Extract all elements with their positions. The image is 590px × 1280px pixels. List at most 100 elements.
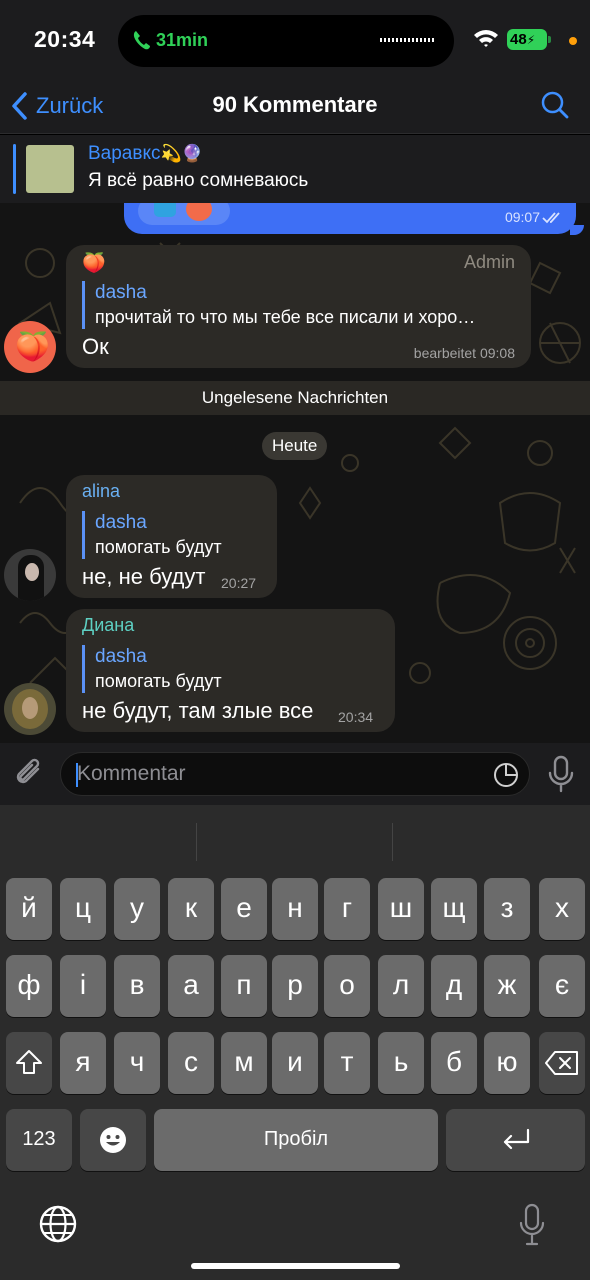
status-bar: 20:34 31min 48⚡ <box>0 0 590 80</box>
shift-icon <box>16 1050 42 1074</box>
message-time: 09:07 <box>504 209 540 225</box>
numbers-key[interactable]: 123 <box>6 1109 72 1171</box>
key[interactable]: ю <box>484 1032 530 1094</box>
key[interactable]: о <box>324 955 370 1017</box>
return-icon <box>503 1128 530 1150</box>
home-indicator[interactable] <box>191 1263 400 1269</box>
key[interactable]: п <box>221 955 267 1017</box>
message-bubble[interactable]: Диана dasha помогать будут не будут, там… <box>66 609 395 732</box>
pinned-accent-bar <box>13 144 16 194</box>
reply-quote[interactable]: dasha помогать будут <box>82 511 222 559</box>
key[interactable]: т <box>324 1032 370 1094</box>
call-duration: 31min <box>156 30 209 50</box>
key[interactable]: і <box>60 955 106 1017</box>
pinned-author: Варавкс💫🔮 <box>88 143 203 165</box>
key[interactable]: х <box>539 878 585 940</box>
pinned-thumbnail <box>26 145 74 193</box>
page-title: 90 Kommentare <box>212 92 378 117</box>
battery-tip <box>548 36 551 43</box>
key[interactable]: г <box>324 878 370 940</box>
message-time: bearbeitet 09:08 <box>413 345 515 361</box>
charging-bolt-icon: ⚡ <box>526 33 536 47</box>
message-text: Ок <box>82 334 109 359</box>
key[interactable]: р <box>272 955 318 1017</box>
key[interactable]: щ <box>431 878 477 940</box>
emoji-key[interactable] <box>80 1109 146 1171</box>
comment-composer <box>0 743 590 805</box>
keyboard: й ц у к е н г ш щ з х ф і в а п р о л д … <box>0 805 590 1280</box>
suggestion-divider <box>392 823 393 861</box>
text-caret <box>76 763 78 787</box>
sticker-icon[interactable] <box>493 762 519 788</box>
paperclip-icon[interactable] <box>14 757 46 791</box>
key[interactable]: ш <box>378 878 424 940</box>
emoji-icon <box>100 1127 126 1153</box>
key[interactable]: м <box>221 1032 267 1094</box>
key[interactable]: ж <box>484 955 530 1017</box>
pinned-original-post[interactable]: Варавкс💫🔮 Я всё равно сомневаюсь <box>0 135 590 203</box>
key[interactable]: ч <box>114 1032 160 1094</box>
comment-input-container[interactable] <box>60 752 530 796</box>
key[interactable]: ц <box>60 878 106 940</box>
globe-icon[interactable] <box>38 1204 78 1244</box>
key[interactable]: а <box>168 955 214 1017</box>
suggestion-divider <box>196 823 197 861</box>
key[interactable]: у <box>114 878 160 940</box>
peach-emoji-avatar: 🍑 <box>15 331 50 362</box>
key[interactable]: й <box>6 878 52 940</box>
avatar[interactable]: 🍑 <box>4 321 56 373</box>
space-key[interactable]: Пробіл <box>154 1109 438 1171</box>
key[interactable]: д <box>431 955 477 1017</box>
reaction-chip[interactable] <box>138 203 230 225</box>
status-time: 20:34 <box>34 26 96 52</box>
message-bubble[interactable]: 🍑 Admin dasha прочитай то что мы тебе вс… <box>66 245 531 368</box>
chat-area[interactable]: 09:07 🍑 🍑 Admin dasha прочитай то что мы… <box>0 203 590 743</box>
avatar[interactable] <box>4 683 56 735</box>
quote-text: прочитай то что мы тебе все писали и хор… <box>95 307 476 327</box>
key[interactable]: я <box>60 1032 106 1094</box>
quote-author: dasha <box>95 282 147 303</box>
dictation-microphone-icon[interactable] <box>518 1203 546 1247</box>
quote-text: помогать будут <box>95 671 222 691</box>
shift-key[interactable] <box>6 1032 52 1094</box>
key[interactable]: ь <box>378 1032 424 1094</box>
key[interactable]: б <box>431 1032 477 1094</box>
message-text: не, не будут <box>82 564 206 589</box>
key[interactable]: к <box>168 878 214 940</box>
search-icon[interactable] <box>540 90 570 120</box>
key[interactable]: н <box>272 878 318 940</box>
message-bubble[interactable]: alina dasha помогать будут не, не будут … <box>66 475 277 598</box>
battery-level: 48 <box>510 31 527 48</box>
message-time: 20:27 <box>221 575 257 591</box>
reply-quote[interactable]: dasha помогать будут <box>82 645 222 693</box>
reaction-avatar-blue <box>154 203 176 217</box>
key[interactable]: з <box>484 878 530 940</box>
key[interactable]: л <box>378 955 424 1017</box>
key[interactable]: є <box>539 955 585 1017</box>
quote-text: помогать будут <box>95 537 222 557</box>
pinned-author-name: Варавкс <box>88 143 161 164</box>
microphone-icon[interactable] <box>548 755 574 793</box>
comment-input[interactable] <box>77 759 477 789</box>
key[interactable]: в <box>114 955 160 1017</box>
sender-name: Диана <box>82 615 135 635</box>
key[interactable]: ф <box>6 955 52 1017</box>
avatar-face <box>25 563 39 581</box>
message-time: 20:34 <box>338 709 374 725</box>
key[interactable]: и <box>272 1032 318 1094</box>
avatar-face <box>22 697 38 719</box>
outgoing-message[interactable]: 09:07 <box>124 203 576 234</box>
backspace-icon <box>545 1051 578 1075</box>
key[interactable]: с <box>168 1032 214 1094</box>
key[interactable]: е <box>221 878 267 940</box>
reply-quote[interactable]: dasha прочитай то что мы тебе все писали… <box>82 281 515 329</box>
avatar[interactable] <box>4 549 56 601</box>
mic-in-use-dot <box>569 37 577 45</box>
nav-bar: Zurück 90 Kommentare <box>0 80 590 134</box>
return-key[interactable] <box>446 1109 585 1171</box>
quote-author: dasha <box>95 646 147 667</box>
dynamic-island-call[interactable]: 31min <box>118 15 454 67</box>
phone-icon <box>133 31 150 50</box>
backspace-key[interactable] <box>539 1032 585 1094</box>
date-separator: Heute <box>262 432 328 460</box>
